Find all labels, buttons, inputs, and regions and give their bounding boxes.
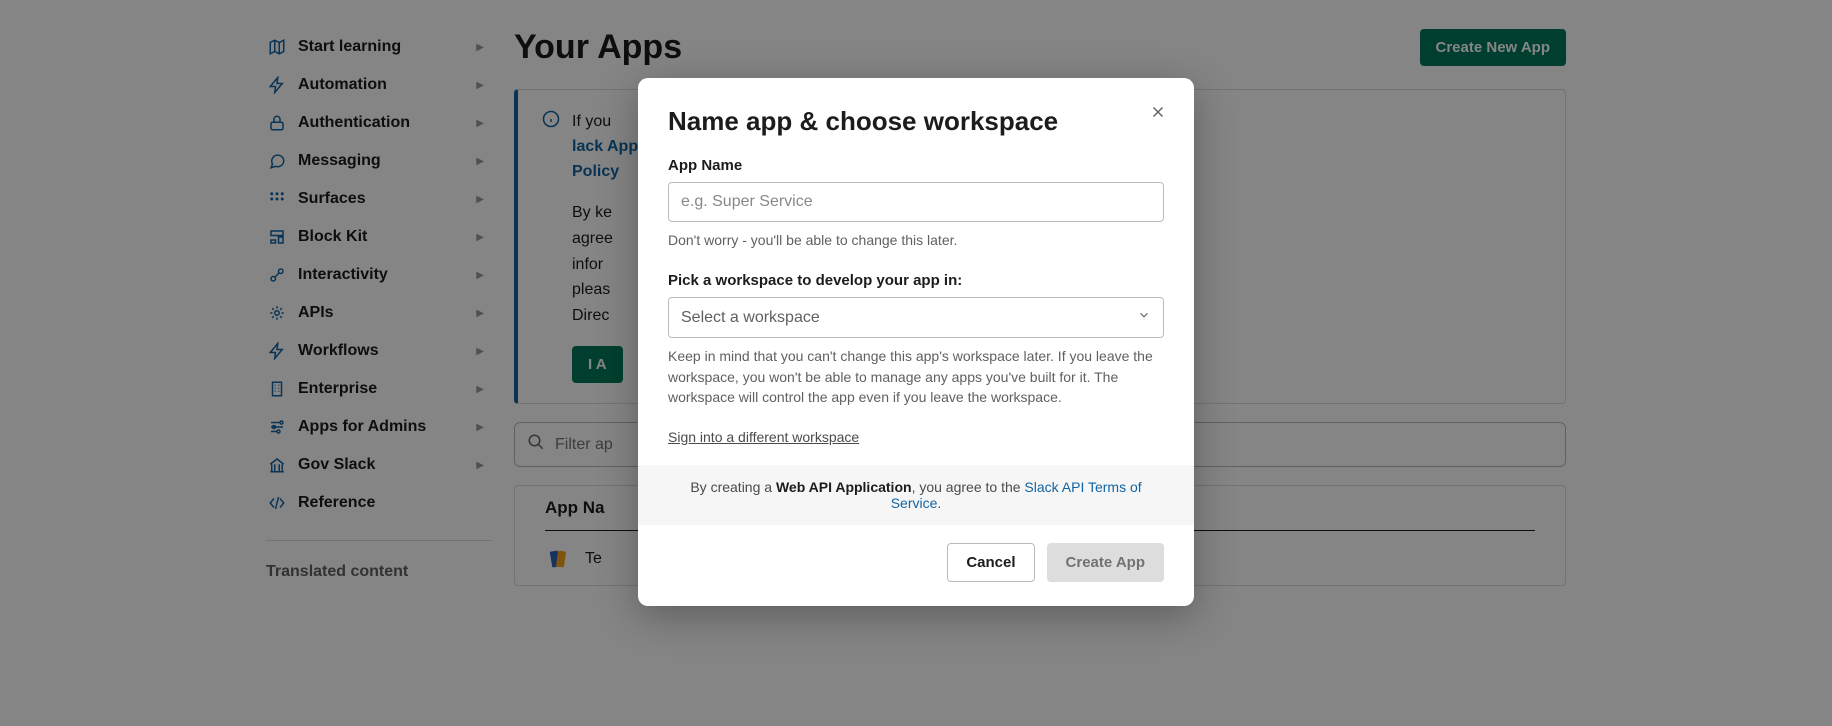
modal-footer: Cancel Create App — [638, 525, 1194, 606]
sign-into-workspace-link[interactable]: Sign into a different workspace — [668, 429, 859, 445]
terms-of-service-notice: By creating a Web API Application, you a… — [638, 465, 1194, 525]
workspace-field: Pick a workspace to develop your app in:… — [668, 272, 1164, 407]
cancel-button[interactable]: Cancel — [947, 543, 1034, 582]
modal-overlay: Name app & choose workspace App Name Don… — [0, 0, 1832, 726]
workspace-hint: Keep in mind that you can't change this … — [668, 346, 1164, 407]
close-button[interactable] — [1144, 100, 1172, 128]
workspace-select[interactable]: Select a workspace — [668, 297, 1164, 338]
create-app-modal: Name app & choose workspace App Name Don… — [638, 78, 1194, 606]
modal-title: Name app & choose workspace — [668, 106, 1164, 137]
workspace-select-placeholder: Select a workspace — [681, 309, 820, 327]
app-name-hint: Don't worry - you'll be able to change t… — [668, 230, 1164, 250]
app-name-label: App Name — [668, 157, 1164, 174]
workspace-label: Pick a workspace to develop your app in: — [668, 272, 1164, 289]
app-name-field: App Name Don't worry - you'll be able to… — [668, 157, 1164, 250]
chevron-down-icon — [1137, 308, 1151, 327]
close-icon — [1149, 103, 1167, 121]
create-app-button[interactable]: Create App — [1047, 543, 1164, 582]
app-name-input[interactable] — [668, 182, 1164, 222]
